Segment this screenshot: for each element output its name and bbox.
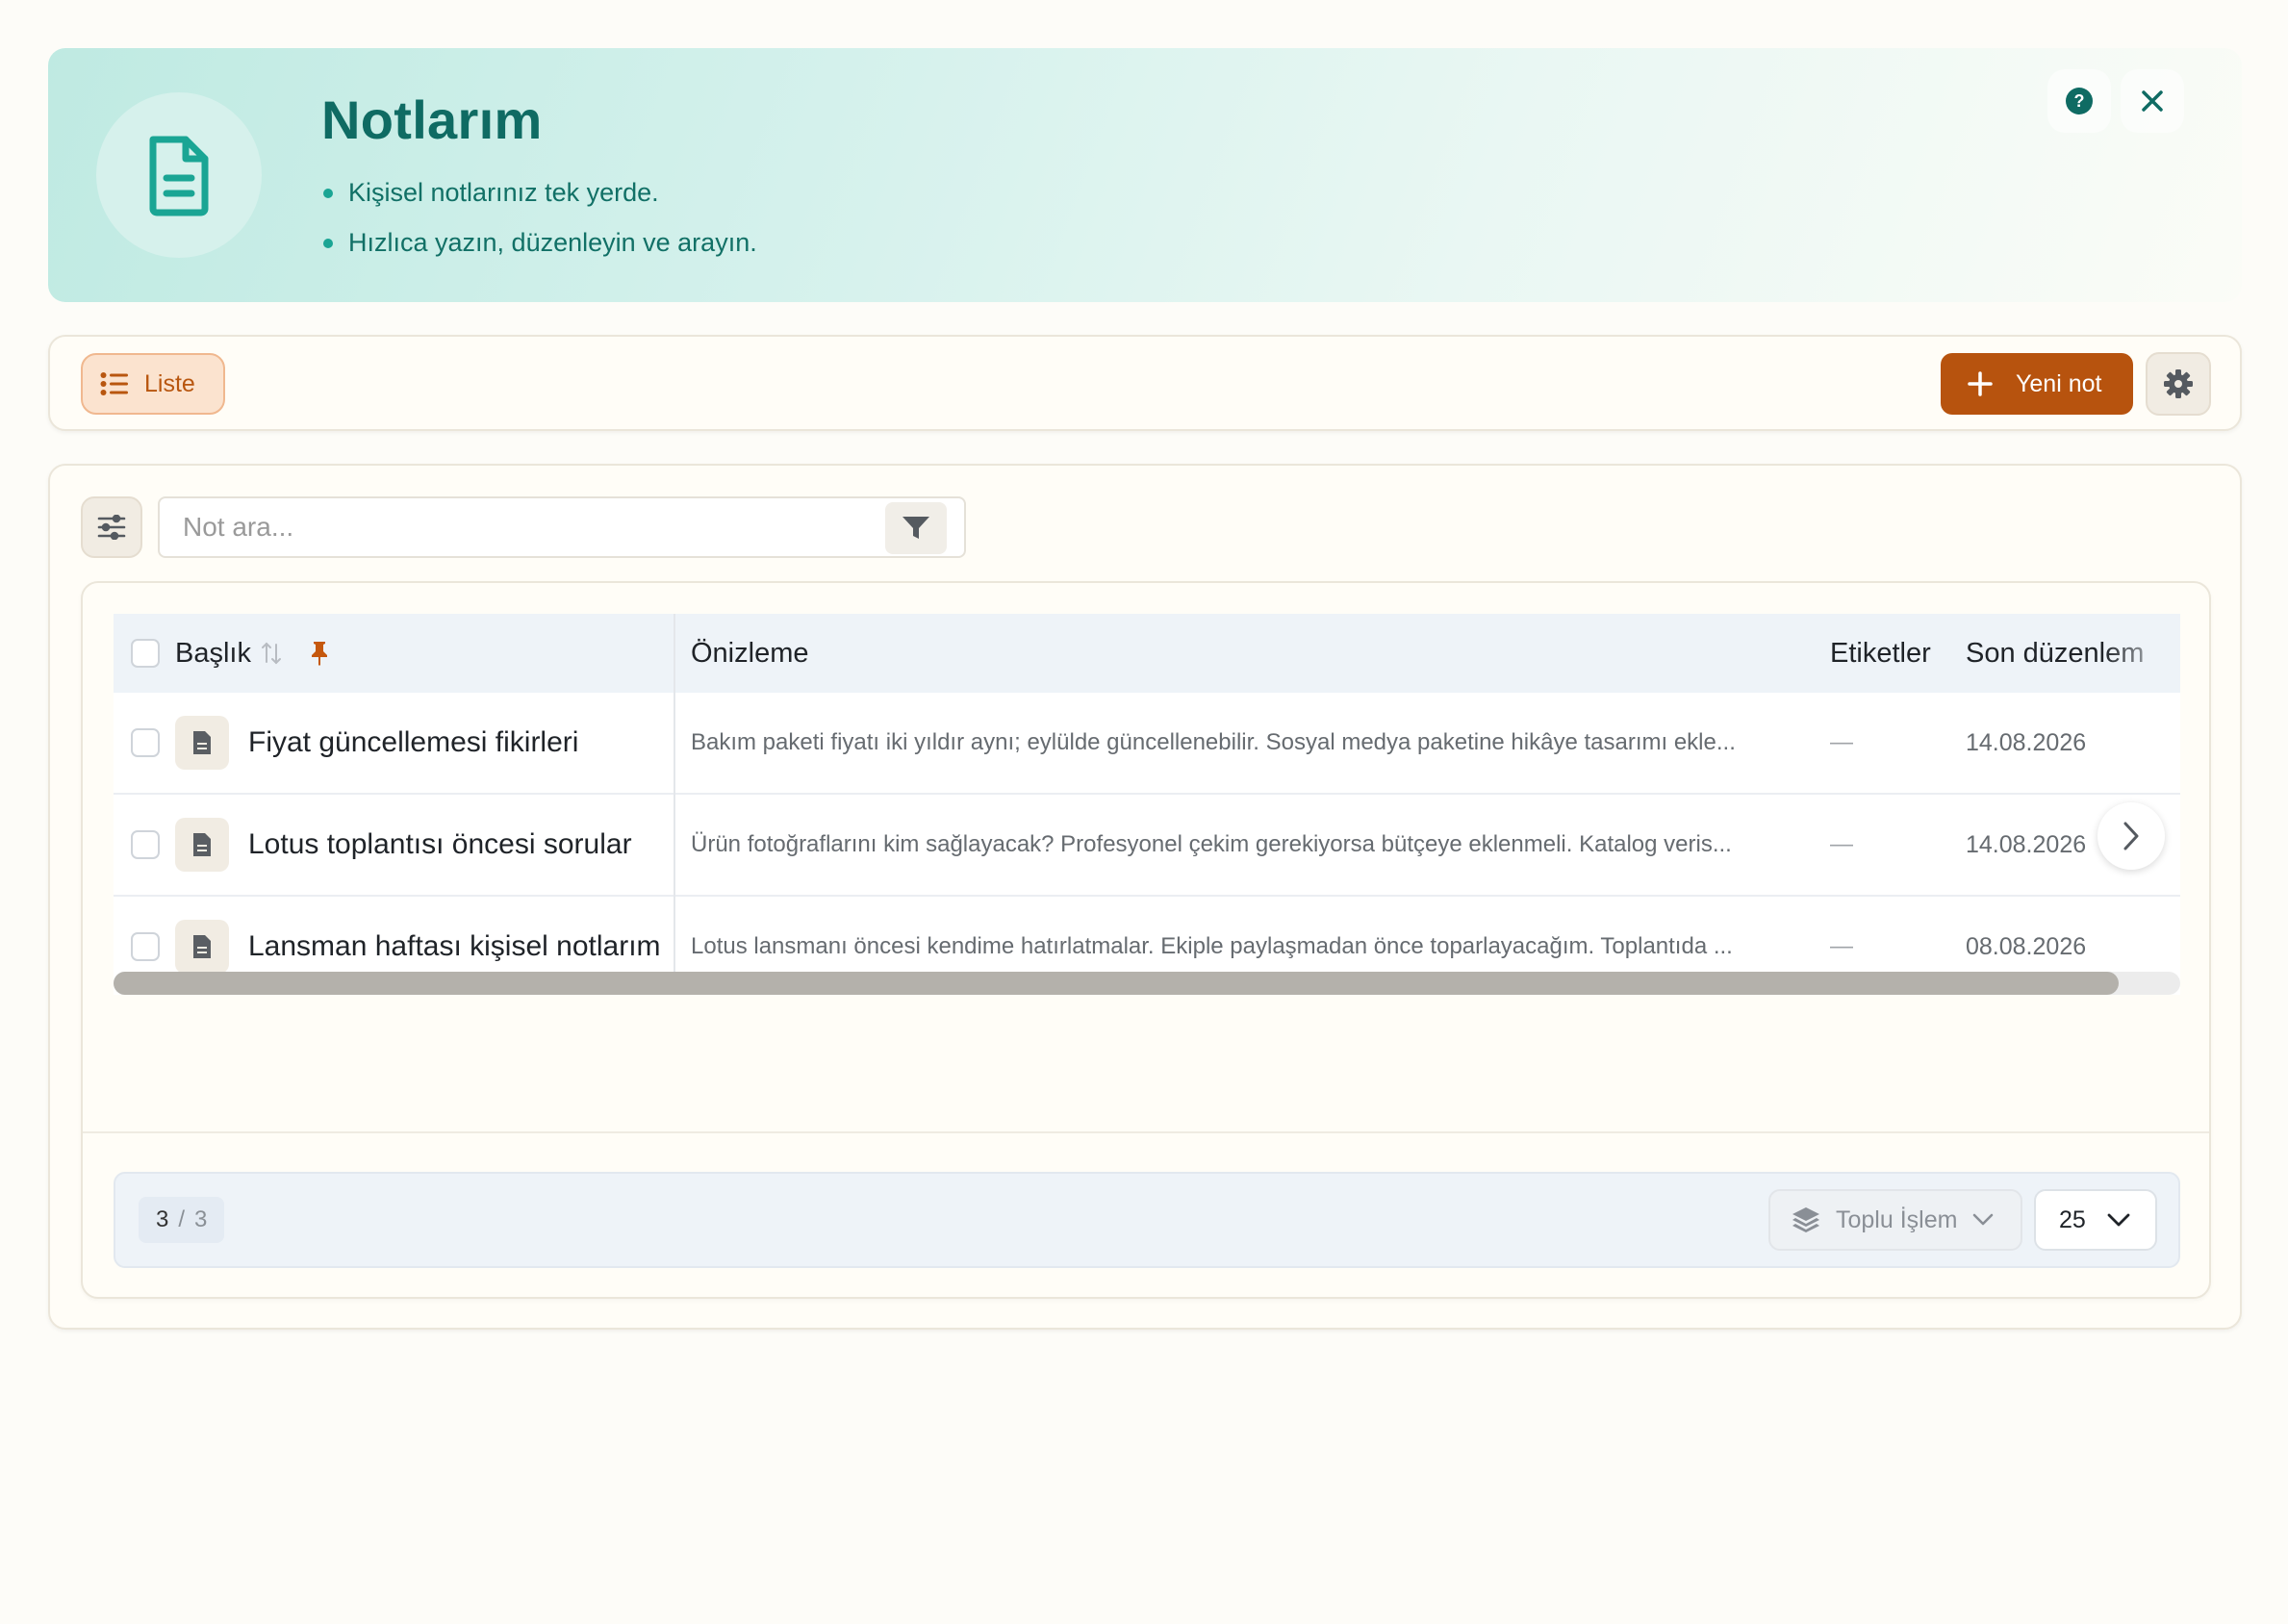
table-row[interactable]: Lotus toplantısı öncesi sorular Ürün fot… [114, 795, 2180, 897]
column-header-preview[interactable]: Önizleme [691, 614, 809, 693]
help-button[interactable]: ? [2047, 69, 2111, 133]
bulk-action-dropdown[interactable]: Toplu İşlem [1768, 1189, 2022, 1251]
hero-bullet: Hızlıca yazın, düzenleyin ve arayın. [321, 217, 757, 267]
sliders-icon [97, 515, 126, 540]
pin-icon[interactable] [309, 640, 330, 667]
note-tags: — [1830, 933, 1853, 959]
page-size-select[interactable]: 25 [2034, 1189, 2157, 1251]
note-title[interactable]: Lansman haftası kişisel notlarım [248, 930, 661, 963]
hero-bullet: Kişisel notlarınız tek yerde. [321, 167, 757, 217]
table-footer: 3 / 3 Toplu İşlem 25 [114, 1172, 2180, 1268]
list-view-label: Liste [144, 369, 195, 397]
document-icon [193, 731, 211, 754]
note-modified-date: 08.08.2026 [1966, 932, 2087, 960]
toolbar: Liste Yeni not [48, 335, 2242, 431]
note-preview: Bakım paketi fiyatı iki yıldır aynı; eyl… [691, 729, 1736, 755]
list-icon [100, 372, 128, 395]
search-box [158, 496, 966, 558]
funnel-icon [902, 517, 929, 539]
record-count: 3 / 3 [139, 1197, 225, 1243]
chevron-right-icon [2123, 822, 2139, 850]
search-filter-button[interactable] [885, 502, 947, 554]
column-title-label: Başlık [175, 637, 251, 669]
header-fade [2103, 614, 2180, 693]
plus-icon [1968, 371, 1993, 396]
settings-button[interactable] [2146, 352, 2211, 416]
note-preview: Lotus lansmanı öncesi kendime hatırlatma… [691, 933, 1733, 959]
page-header: Notlarım Kişisel notlarınız tek yerde. H… [48, 48, 2242, 302]
note-modified-date: 14.08.2026 [1966, 830, 2087, 858]
scrollbar-thumb[interactable] [114, 972, 2119, 995]
notes-avatar [96, 92, 262, 258]
bulk-action-label: Toplu İşlem [1836, 1205, 1958, 1233]
scroll-right-button[interactable] [2097, 802, 2165, 870]
close-icon [2142, 90, 2163, 112]
horizontal-scrollbar[interactable] [114, 972, 2180, 995]
column-header-tags[interactable]: Etiketler [1830, 614, 1931, 693]
table-card: Başlık Önizleme Etiketler Son düzenlem F… [81, 581, 2211, 1299]
row-checkbox[interactable] [131, 830, 160, 859]
gear-icon [2164, 369, 2193, 398]
list-view-button[interactable]: Liste [81, 353, 225, 415]
note-tags: — [1830, 831, 1853, 857]
note-icon [175, 920, 229, 974]
svg-text:?: ? [2074, 91, 2085, 111]
note-icon [175, 716, 229, 770]
column-header-title[interactable]: Başlık [175, 614, 330, 693]
sort-icon[interactable] [261, 641, 282, 666]
page-title: Notlarım [321, 89, 543, 150]
note-title[interactable]: Fiyat güncellemesi fikirleri [248, 726, 578, 759]
notes-table: Başlık Önizleme Etiketler Son düzenlem F… [114, 614, 2180, 995]
hero-bullet-list: Kişisel notlarınız tek yerde. Hızlıca ya… [321, 167, 757, 267]
document-icon [149, 136, 209, 216]
select-all-checkbox[interactable] [131, 614, 160, 693]
note-icon [175, 818, 229, 872]
row-checkbox[interactable] [131, 932, 160, 961]
note-title[interactable]: Lotus toplantısı öncesi sorular [248, 828, 632, 861]
note-tags: — [1830, 729, 1853, 755]
column-tags-label: Etiketler [1830, 637, 1931, 669]
page-size-value: 25 [2059, 1205, 2086, 1233]
count-shown: 3 [156, 1206, 169, 1232]
chevron-down-icon [1973, 1213, 1994, 1226]
count-total: 3 [194, 1206, 208, 1232]
document-icon [193, 935, 211, 958]
new-note-button[interactable]: Yeni not [1941, 353, 2133, 415]
row-checkbox[interactable] [131, 728, 160, 757]
layers-icon [1792, 1207, 1819, 1232]
note-modified-date: 14.08.2026 [1966, 728, 2087, 756]
new-note-label: Yeni not [2016, 369, 2102, 397]
table-row[interactable]: Fiyat güncellemesi fikirleri Bakım paket… [114, 693, 2180, 795]
chevron-down-icon [2107, 1213, 2130, 1227]
notes-panel: Başlık Önizleme Etiketler Son düz [48, 464, 2242, 1330]
filter-settings-button[interactable] [81, 496, 142, 558]
checkbox[interactable] [131, 639, 160, 668]
column-preview-label: Önizleme [691, 637, 809, 669]
count-separator: / [178, 1206, 186, 1232]
close-button[interactable] [2121, 69, 2184, 133]
help-icon: ? [2066, 88, 2093, 114]
search-input[interactable] [183, 508, 856, 546]
divider [83, 1131, 2209, 1133]
table-header: Başlık Önizleme Etiketler Son düzenlem [114, 614, 2180, 693]
note-preview: Ürün fotoğraflarını kim sağlayacak? Prof… [691, 831, 1732, 857]
column-divider [674, 614, 675, 995]
document-icon [193, 833, 211, 856]
